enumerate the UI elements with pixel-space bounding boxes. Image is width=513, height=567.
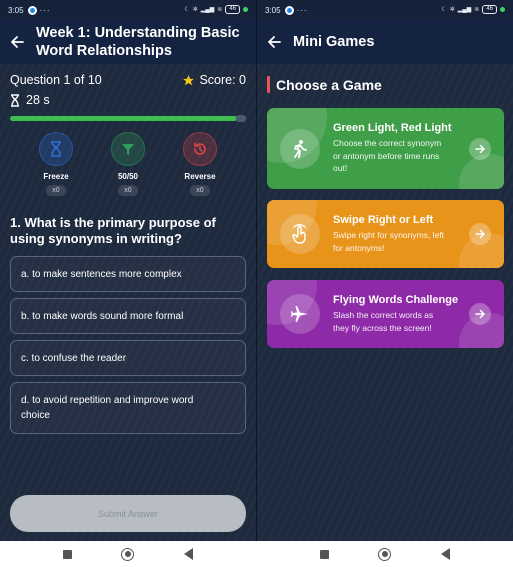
hourglass-icon xyxy=(11,93,19,107)
battery-icon: 46 xyxy=(225,5,240,14)
recents-button[interactable] xyxy=(319,549,329,559)
swipe-hand-icon xyxy=(280,214,320,254)
home-button[interactable] xyxy=(378,547,392,561)
status-icons: ☾ ✲ ▂▄▆ ≋ 46 xyxy=(441,5,505,14)
question-line1: 1. What is the primary purpose of xyxy=(10,215,216,230)
game-description: Swipe right for synonyms, left for anton… xyxy=(333,230,445,253)
arrow-right-icon[interactable] xyxy=(469,223,491,245)
app-bar: Mini Games xyxy=(257,20,513,64)
submit-answer-button[interactable]: Submit Answer xyxy=(10,495,246,532)
game-title: Swipe Right or Left xyxy=(333,214,434,226)
battery-icon: 46 xyxy=(482,5,497,14)
game-description: Choose the correct synonym or antonym be… xyxy=(333,138,442,174)
section-title: Choose a Game xyxy=(267,76,513,93)
answer-option-b[interactable]: b. to make words sound more formal xyxy=(10,298,246,334)
back-arrow-icon[interactable] xyxy=(267,35,283,49)
score-label: Score: 0 xyxy=(199,73,246,87)
settings-icon: ✲ xyxy=(192,7,198,13)
app-bar: Week 1: Understanding Basic Word Relatio… xyxy=(0,20,256,64)
arrow-right-icon[interactable] xyxy=(469,303,491,325)
more-notifications-icon: ··· xyxy=(296,5,308,15)
airplane-icon xyxy=(280,294,320,334)
star-icon xyxy=(183,74,195,85)
game-title: Green Light, Red Light xyxy=(333,122,452,135)
powerup-reverse[interactable]: Reverse x0 xyxy=(172,132,228,196)
status-bar: 3:05 ··· ☾ ✲ ▂▄▆ ≋ 46 xyxy=(0,0,256,20)
app-notification-icon xyxy=(27,5,37,15)
walking-person-icon xyxy=(280,128,320,169)
system-nav-bar xyxy=(257,541,513,567)
powerup-fifty-fifty[interactable]: 50/50 x0 xyxy=(100,132,156,196)
status-time: 3:05 xyxy=(265,5,281,15)
timer-progress-bar xyxy=(10,115,246,122)
status-bar: 3:05 ··· ☾ ✲ ▂▄▆ ≋ 46 xyxy=(257,0,513,20)
app-notification-icon xyxy=(284,5,294,15)
option-text: d. to avoid repetition and improve word xyxy=(21,395,194,406)
recents-button[interactable] xyxy=(62,549,72,559)
game-title: Flying Words Challenge xyxy=(333,294,459,306)
powerup-freeze[interactable]: Freeze x0 xyxy=(28,132,84,196)
timer-progress-knob xyxy=(236,115,246,122)
indicator-dot xyxy=(500,7,505,12)
moon-icon: ☾ xyxy=(441,7,447,13)
back-button[interactable] xyxy=(441,548,451,560)
section-title-text: Choose a Game xyxy=(276,76,382,93)
settings-icon: ✲ xyxy=(449,7,455,13)
timer-label: 28 s xyxy=(26,93,50,107)
back-button[interactable] xyxy=(184,548,194,560)
question-counter: Question 1 of 10 xyxy=(10,73,102,87)
game-card-swipe-right-or-left[interactable]: Swipe Right or Left Swipe right for syno… xyxy=(267,200,504,268)
answer-option-d[interactable]: d. to avoid repetition and improve word … xyxy=(10,382,246,434)
option-text: a. to make sentences more complex xyxy=(21,268,182,280)
page-title-line1: Week 1: Understanding Basic xyxy=(36,25,240,41)
option-text: c. to confuse the reader xyxy=(21,352,127,364)
quiz-screen: 3:05 ··· ☾ ✲ ▂▄▆ ≋ 46 Week 1: Understand… xyxy=(0,0,256,541)
game-description: Slash the correct words as they fly acro… xyxy=(333,310,434,333)
powerup-label: Freeze xyxy=(43,172,69,181)
option-text: b. to make words sound more formal xyxy=(21,310,184,322)
system-nav-bar xyxy=(0,541,256,567)
arrow-right-icon[interactable] xyxy=(469,137,491,160)
powerups: Freeze x0 50/50 x0 Reverse x0 xyxy=(0,132,256,196)
question-line2: using synonyms in writing? xyxy=(10,231,182,246)
powerup-label: Reverse xyxy=(184,172,216,181)
history-icon[interactable] xyxy=(183,132,217,166)
timer: 28 s xyxy=(0,93,256,107)
page-title: Mini Games xyxy=(293,34,375,50)
game-card-flying-words-challenge[interactable]: Flying Words Challenge Slash the correct… xyxy=(267,280,504,348)
option-text-line2: choice xyxy=(21,410,50,421)
timer-progress-fill xyxy=(10,116,237,121)
signal-icon: ▂▄▆ xyxy=(200,7,215,13)
game-card-green-light-red-light[interactable]: Green Light, Red Light Choose the correc… xyxy=(267,108,504,189)
mini-games-screen: 3:05 ··· ☾ ✲ ▂▄▆ ≋ 46 Mini Games Choose … xyxy=(257,0,513,541)
powerup-count: x0 xyxy=(46,185,66,196)
powerup-count: x0 xyxy=(118,185,138,196)
moon-icon: ☾ xyxy=(184,7,190,13)
powerup-label: 50/50 xyxy=(117,172,139,181)
answer-options: a. to make sentences more complex b. to … xyxy=(0,256,256,434)
status-icons: ☾ ✲ ▂▄▆ ≋ 46 xyxy=(184,5,248,14)
indicator-dot xyxy=(243,7,248,12)
score-display: Score: 0 xyxy=(182,73,246,87)
answer-option-a[interactable]: a. to make sentences more complex xyxy=(10,256,246,292)
status-time: 3:05 xyxy=(8,5,24,15)
powerup-count: x0 xyxy=(190,185,210,196)
wifi-icon: ≋ xyxy=(217,7,223,13)
hourglass-icon[interactable] xyxy=(39,132,73,166)
home-button[interactable] xyxy=(121,547,135,561)
page-title: Week 1: Understanding Basic Word Relatio… xyxy=(36,24,240,60)
wifi-icon: ≋ xyxy=(474,7,480,13)
more-notifications-icon: ··· xyxy=(39,5,51,15)
filter-icon[interactable] xyxy=(111,132,145,166)
signal-icon: ▂▄▆ xyxy=(457,7,472,13)
back-arrow-icon[interactable] xyxy=(10,35,26,49)
accent-bar xyxy=(267,76,270,93)
question-text: 1. What is the primary purpose of using … xyxy=(0,215,256,247)
page-title-line2: Word Relationships xyxy=(36,43,172,59)
answer-option-c[interactable]: c. to confuse the reader xyxy=(10,340,246,376)
